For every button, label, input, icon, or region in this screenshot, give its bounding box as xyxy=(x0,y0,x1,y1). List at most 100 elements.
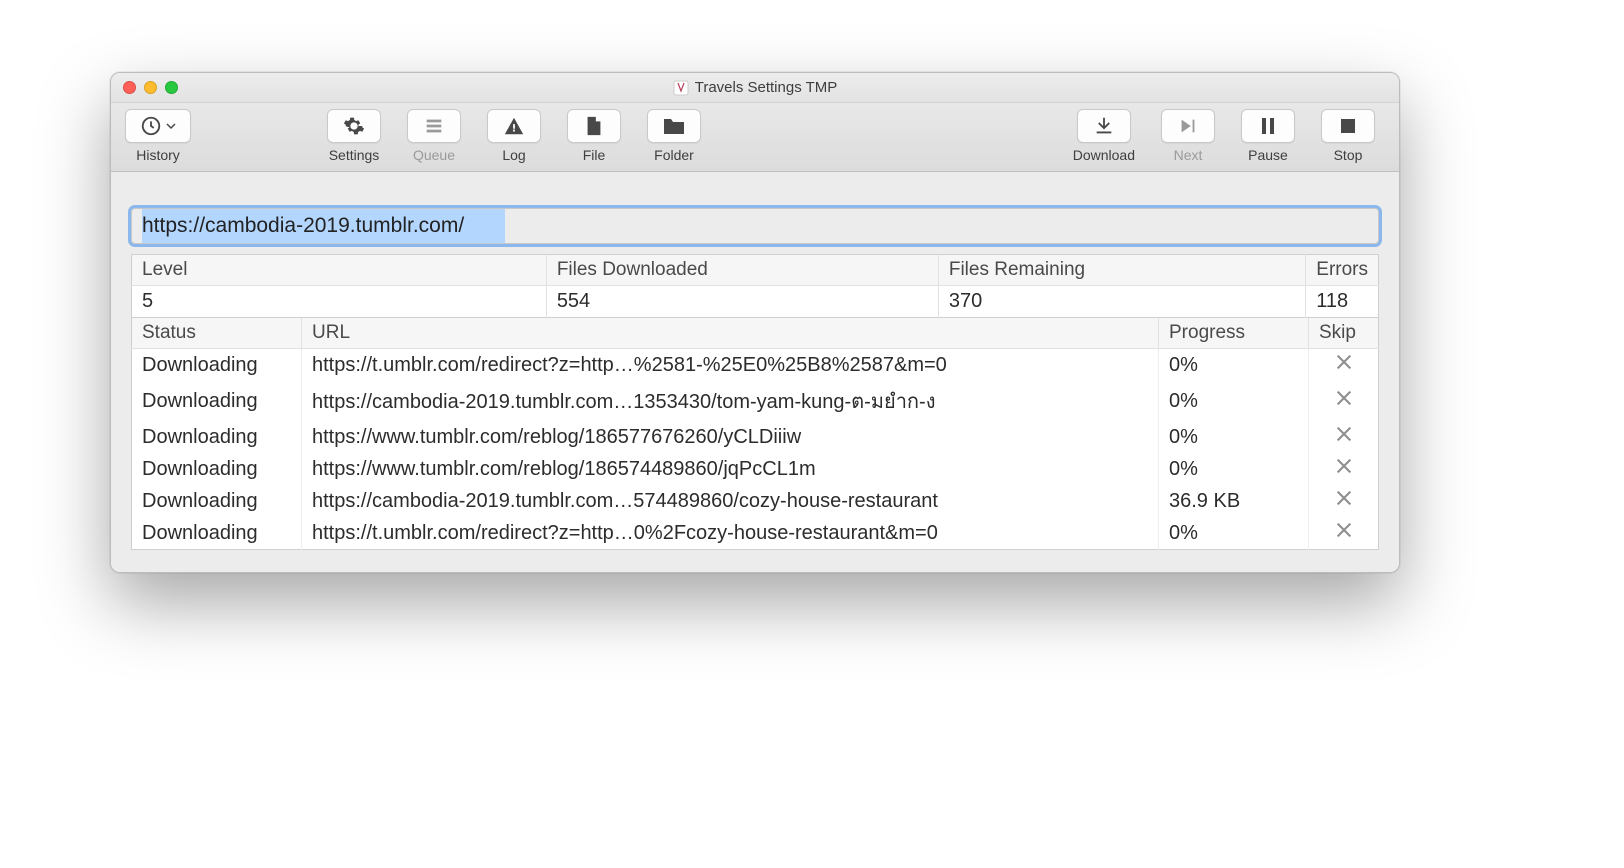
url-cell: https://cambodia-2019.tumblr.com…5744898… xyxy=(302,485,1159,517)
next-label: Next xyxy=(1174,147,1203,163)
table-row[interactable]: Downloadinghttps://t.umblr.com/redirect?… xyxy=(132,349,1379,382)
col-skip-header[interactable]: Skip xyxy=(1309,318,1379,349)
status-cell: Downloading xyxy=(132,349,302,382)
file-group: File xyxy=(567,109,621,163)
file-label: File xyxy=(583,147,606,163)
download-group: Download xyxy=(1073,109,1135,163)
stop-button[interactable] xyxy=(1321,109,1375,143)
url-cell: https://www.tumblr.com/reblog/1865776762… xyxy=(302,421,1159,453)
close-icon[interactable] xyxy=(1335,425,1353,443)
skip-cell[interactable] xyxy=(1309,485,1379,517)
log-label: Log xyxy=(502,147,525,163)
pause-label: Pause xyxy=(1248,147,1288,163)
download-label: Download xyxy=(1073,147,1135,163)
folder-group: Folder xyxy=(647,109,701,163)
history-button[interactable] xyxy=(125,109,191,143)
settings-label: Settings xyxy=(329,147,380,163)
chevron-down-icon xyxy=(166,121,176,131)
download-icon xyxy=(1093,115,1115,137)
queue-group: Queue xyxy=(407,109,461,163)
titlebar[interactable]: Travels Settings TMP xyxy=(111,73,1399,103)
url-cell: https://cambodia-2019.tumblr.com…1353430… xyxy=(302,381,1159,421)
table-row[interactable]: Downloadinghttps://cambodia-2019.tumblr.… xyxy=(132,485,1379,517)
close-icon[interactable] xyxy=(1335,353,1353,371)
skip-cell[interactable] xyxy=(1309,381,1379,421)
zoom-window-button[interactable] xyxy=(165,81,178,94)
queue-button[interactable] xyxy=(407,109,461,143)
close-icon[interactable] xyxy=(1335,457,1353,475)
col-level-header[interactable]: Level xyxy=(132,255,547,286)
pause-icon xyxy=(1258,115,1278,137)
close-icon[interactable] xyxy=(1335,521,1353,539)
status-cell: Downloading xyxy=(132,485,302,517)
url-cell: https://www.tumblr.com/reblog/1865744898… xyxy=(302,453,1159,485)
col-progress-header[interactable]: Progress xyxy=(1159,318,1309,349)
folder-icon xyxy=(662,115,686,137)
toolbar: History Settings Queue Log File xyxy=(111,103,1399,172)
close-icon[interactable] xyxy=(1335,489,1353,507)
level-value: 5 xyxy=(132,286,547,318)
stop-icon xyxy=(1338,116,1358,136)
status-cell: Downloading xyxy=(132,453,302,485)
skip-cell[interactable] xyxy=(1309,517,1379,550)
history-label: History xyxy=(136,147,180,163)
window-title: Travels Settings TMP xyxy=(111,79,1399,96)
url-cell: https://t.umblr.com/redirect?z=http…%258… xyxy=(302,349,1159,382)
status-cell: Downloading xyxy=(132,517,302,550)
stop-label: Stop xyxy=(1334,147,1363,163)
progress-cell: 0% xyxy=(1159,421,1309,453)
col-status-header[interactable]: Status xyxy=(132,318,302,349)
skip-cell[interactable] xyxy=(1309,349,1379,382)
remaining-value: 370 xyxy=(938,286,1305,318)
queue-label: Queue xyxy=(413,147,455,163)
pause-button[interactable] xyxy=(1241,109,1295,143)
warning-icon xyxy=(503,115,525,137)
progress-cell: 36.9 KB xyxy=(1159,485,1309,517)
app-window: Travels Settings TMP History Settings Qu… xyxy=(110,72,1400,573)
col-remaining-header[interactable]: Files Remaining xyxy=(938,255,1305,286)
clock-icon xyxy=(140,115,162,137)
close-icon[interactable] xyxy=(1335,389,1353,407)
settings-button[interactable] xyxy=(327,109,381,143)
next-button[interactable] xyxy=(1161,109,1215,143)
gear-icon xyxy=(343,115,365,137)
folder-button[interactable] xyxy=(647,109,701,143)
progress-cell: 0% xyxy=(1159,517,1309,550)
table-row[interactable]: Downloadinghttps://t.umblr.com/redirect?… xyxy=(132,517,1379,550)
log-button[interactable] xyxy=(487,109,541,143)
pause-group: Pause xyxy=(1241,109,1295,163)
progress-cell: 0% xyxy=(1159,453,1309,485)
downloads-table: Status URL Progress Skip Downloadinghttp… xyxy=(131,318,1379,550)
skip-cell[interactable] xyxy=(1309,453,1379,485)
minimize-window-button[interactable] xyxy=(144,81,157,94)
table-row[interactable]: Downloadinghttps://cambodia-2019.tumblr.… xyxy=(132,381,1379,421)
col-downloaded-header[interactable]: Files Downloaded xyxy=(546,255,938,286)
file-button[interactable] xyxy=(567,109,621,143)
close-window-button[interactable] xyxy=(123,81,136,94)
table-row[interactable]: Downloadinghttps://www.tumblr.com/reblog… xyxy=(132,453,1379,485)
next-group: Next xyxy=(1161,109,1215,163)
url-input[interactable] xyxy=(131,208,1379,244)
table-row[interactable]: Downloadinghttps://www.tumblr.com/reblog… xyxy=(132,421,1379,453)
col-errors-header[interactable]: Errors xyxy=(1306,255,1379,286)
status-cell: Downloading xyxy=(132,381,302,421)
next-icon xyxy=(1177,115,1199,137)
progress-cell: 0% xyxy=(1159,381,1309,421)
history-group: History xyxy=(125,109,191,163)
col-url-header[interactable]: URL xyxy=(302,318,1159,349)
log-group: Log xyxy=(487,109,541,163)
downloaded-value: 554 xyxy=(546,286,938,318)
window-controls xyxy=(123,81,178,94)
file-icon xyxy=(584,115,604,137)
url-cell: https://t.umblr.com/redirect?z=http…0%2F… xyxy=(302,517,1159,550)
app-icon xyxy=(673,80,689,96)
status-cell: Downloading xyxy=(132,421,302,453)
stop-group: Stop xyxy=(1321,109,1375,163)
settings-group: Settings xyxy=(327,109,381,163)
window-title-text: Travels Settings TMP xyxy=(695,79,838,96)
download-button[interactable] xyxy=(1077,109,1131,143)
skip-cell[interactable] xyxy=(1309,421,1379,453)
folder-label: Folder xyxy=(654,147,694,163)
queue-icon xyxy=(423,115,445,137)
stats-table: Level Files Downloaded Files Remaining E… xyxy=(131,254,1379,318)
